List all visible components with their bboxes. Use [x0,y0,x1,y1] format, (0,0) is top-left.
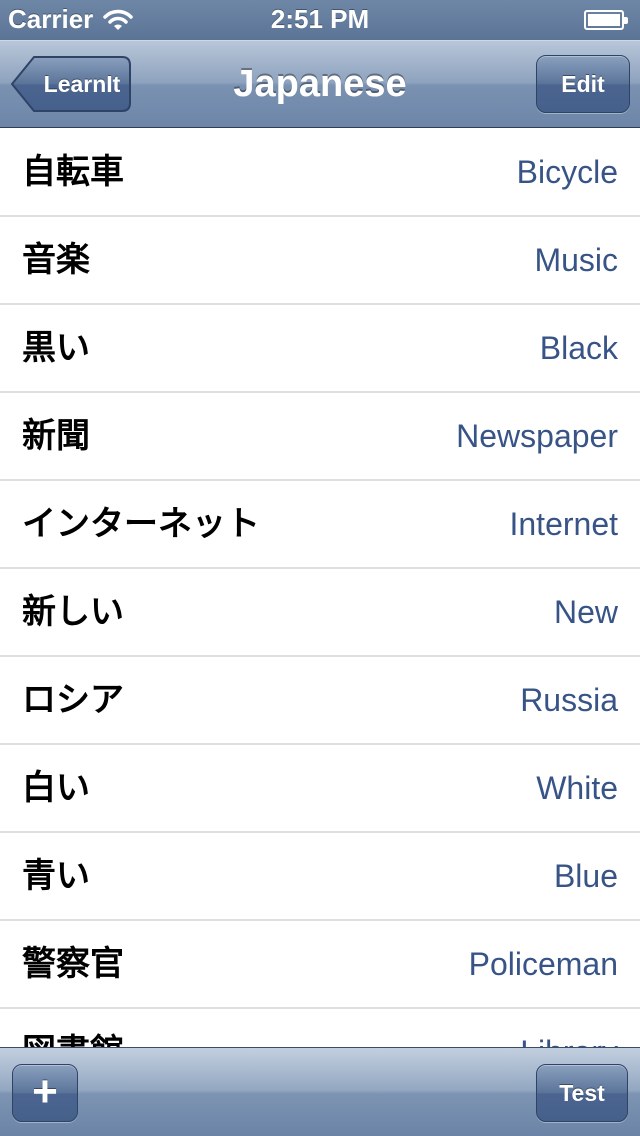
navigation-bar: LearnIt Japanese Edit [0,40,640,128]
table-row[interactable]: ロシア Russia [0,657,640,745]
english-translation: Black [539,330,618,366]
japanese-word: 警察官 [22,945,124,983]
table-row[interactable]: 警察官 Policeman [0,921,640,1009]
screen: Carrier 2:51 PM LearnIt Japanese Edit 自転… [0,0,640,1136]
table-row[interactable]: 新聞 Newspaper [0,393,640,481]
table-row[interactable]: 自転車 Bicycle [0,129,640,217]
english-translation: White [536,770,618,806]
japanese-word: ロシア [22,681,124,719]
word-list: 自転車 Bicycle 音楽 Music 黒い Black 新聞 Newspaper インターネ… [0,129,640,1047]
japanese-word: 白い [22,769,90,807]
japanese-word: 黒い [22,329,90,367]
japanese-word: 新しい [22,593,124,631]
english-translation: Bicycle [516,154,618,190]
english-translation: Library [520,1009,618,1047]
table-row[interactable]: 図書館 Library [0,1009,640,1047]
english-translation: Music [534,242,618,278]
english-translation: Policeman [468,946,618,982]
back-button[interactable]: LearnIt [10,55,132,113]
back-button-label: LearnIt [43,71,121,97]
japanese-word: 音楽 [22,241,90,279]
table-row[interactable]: 音楽 Music [0,217,640,305]
battery-icon [584,10,628,30]
english-translation: Internet [509,506,618,542]
english-translation: Blue [553,858,618,894]
table-row[interactable]: 白い White [0,745,640,833]
japanese-word: 図書館 [22,1009,124,1047]
japanese-word: 自転車 [22,153,124,191]
bottom-toolbar: + Test [0,1047,640,1136]
japanese-word: インターネット [22,505,260,543]
table-row[interactable]: 新しい New [0,569,640,657]
japanese-word: 新聞 [22,417,90,455]
english-translation: Newspaper [456,418,618,454]
table-row[interactable]: 青い Blue [0,833,640,921]
add-word-button[interactable]: + [12,1064,78,1122]
test-button[interactable]: Test [536,1064,628,1122]
english-translation: Russia [520,682,618,718]
english-translation: New [553,594,618,630]
status-bar: Carrier 2:51 PM [0,0,640,40]
edit-button[interactable]: Edit [536,55,630,113]
status-time: 2:51 PM [270,4,370,34]
page-title: Japanese [233,63,407,105]
plus-icon: + [32,1067,58,1116]
japanese-word: 青い [22,857,90,895]
table-row[interactable]: インターネット Internet [0,481,640,569]
table-row[interactable]: 黒い Black [0,305,640,393]
